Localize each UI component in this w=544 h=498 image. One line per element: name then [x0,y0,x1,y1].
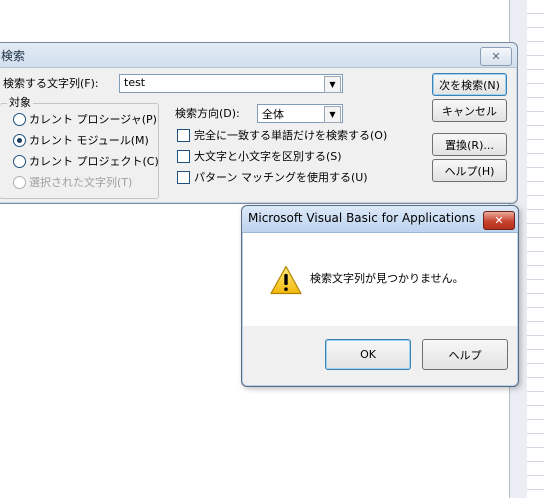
match-case-label: 大文字と小文字を区別する(S) [194,150,342,163]
whole-word-label: 完全に一致する単語だけを検索する(O) [194,129,388,142]
ok-label: OK [360,348,376,361]
scope-label-current-module: カレント モジュール(M) [29,134,149,147]
whole-word-checkbox[interactable] [177,129,190,142]
scope-group-label: 対象 [7,94,33,110]
close-icon: ✕ [491,50,501,63]
message-box: Microsoft Visual Basic for Applications … [241,205,519,387]
scope-radio-current-project[interactable] [13,155,26,168]
replace-label: 置換(R)... [445,138,494,152]
message-box-titlebar[interactable]: Microsoft Visual Basic for Applications … [242,206,518,233]
direction-value: 全体 [262,108,284,121]
find-next-label: 次を検索(N) [439,78,500,92]
help-button[interactable]: ヘルプ(H) [432,159,507,182]
direction-label: 検索方向(D): [175,107,240,120]
find-what-combobox[interactable]: test ▼ [119,74,343,93]
message-box-close-button[interactable]: ✕ [483,211,515,230]
scope-radio-current-procedure[interactable] [13,113,26,126]
find-dialog: 検索 ✕ 検索する文字列(F): test ▼ 対象 カレント プロシージャ(P… [0,42,518,204]
direction-combobox[interactable]: 全体 ▼ [257,104,343,123]
replace-button[interactable]: 置換(R)... [432,133,507,156]
help-label: ヘルプ(H) [444,164,495,178]
chevron-down-icon[interactable]: ▼ [324,76,341,93]
scope-label-current-procedure: カレント プロシージャ(P) [29,113,157,126]
find-next-button[interactable]: 次を検索(N) [432,73,507,96]
find-what-input[interactable]: test [124,76,145,89]
close-icon: ✕ [494,214,504,227]
message-text: 検索文字列が見つかりません。 [310,272,464,285]
find-dialog-title: 検索 [1,49,26,63]
scope-label-current-project: カレント プロジェクト(C) [29,155,159,168]
ok-button[interactable]: OK [325,339,411,370]
find-dialog-titlebar[interactable]: 検索 ✕ [0,43,517,68]
match-case-checkbox[interactable] [177,150,190,163]
message-help-button[interactable]: ヘルプ [422,339,508,370]
message-box-title: Microsoft Visual Basic for Applications [248,211,476,225]
scope-label-selected-text: 選択された文字列(T) [29,176,133,189]
cancel-label: キャンセル [442,104,497,118]
scope-radio-current-module[interactable] [13,134,26,147]
cancel-button[interactable]: キャンセル [432,99,507,122]
chevron-down-icon[interactable]: ▼ [324,106,341,123]
scope-radio-selected-text [13,176,26,189]
find-what-label: 検索する文字列(F): [3,77,99,90]
message-help-label: ヘルプ [448,348,482,362]
warning-icon [270,265,302,295]
pattern-matching-checkbox[interactable] [177,171,190,184]
pattern-matching-label: パターン マッチングを使用する(U) [194,171,368,184]
find-dialog-close-button[interactable]: ✕ [480,47,512,66]
editor-margin [527,0,544,498]
